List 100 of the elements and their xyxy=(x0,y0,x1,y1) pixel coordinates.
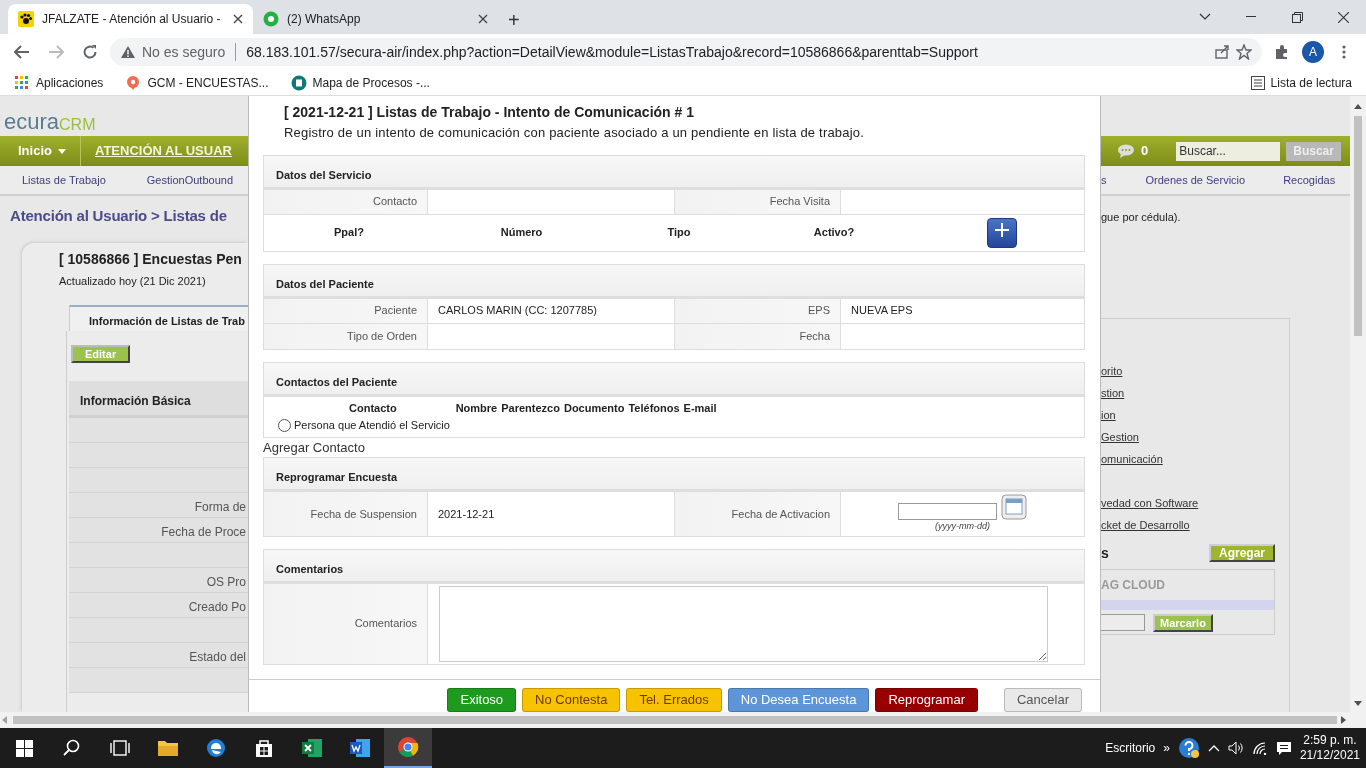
task-view-icon xyxy=(110,740,130,756)
section-title: Comentarios xyxy=(264,549,1084,584)
word-document-icon xyxy=(349,738,371,758)
action-button[interactable]: Reprogramar xyxy=(875,687,978,712)
field-label: OS Pro xyxy=(206,574,246,589)
side-link[interactable]: omunicación xyxy=(1101,451,1289,473)
overflow-chevron[interactable]: » xyxy=(1163,739,1170,757)
calendar-icon[interactable] xyxy=(1001,494,1027,520)
share-icon[interactable] xyxy=(1214,44,1230,60)
side-link[interactable]: vedad con Software xyxy=(1101,495,1289,517)
close-icon[interactable] xyxy=(478,14,488,24)
paw-icon xyxy=(18,11,34,27)
tag-input[interactable] xyxy=(1101,614,1145,631)
taskbar-app[interactable] xyxy=(384,728,432,768)
field-label: Forma de xyxy=(194,499,246,514)
star-icon[interactable] xyxy=(1236,44,1252,60)
tab-title: (2) WhatsApp xyxy=(287,11,362,28)
reading-list-button[interactable]: Lista de lectura xyxy=(1250,73,1352,92)
submenu-link[interactable]: s xyxy=(1101,171,1107,189)
close-icon[interactable] xyxy=(233,14,243,24)
submenu-link[interactable]: Listas de Trabajo xyxy=(0,171,106,189)
list-icon xyxy=(1250,75,1265,90)
scrollbar-thumb[interactable] xyxy=(1354,116,1362,336)
chevron-up-icon[interactable] xyxy=(1207,744,1220,752)
field-value: 2021-12-21 xyxy=(438,506,495,522)
side-link[interactable]: orito xyxy=(1101,363,1289,385)
add-button[interactable] xyxy=(986,217,1017,248)
bookmark-label: Aplicaciones xyxy=(36,74,104,92)
windows-logo-icon xyxy=(15,739,33,757)
new-tab-button[interactable]: + xyxy=(498,10,530,34)
add-contact-link[interactable]: Agregar Contacto xyxy=(263,437,365,457)
scroll-down-icon[interactable] xyxy=(1354,701,1362,706)
date-input[interactable] xyxy=(898,503,997,520)
address-url[interactable]: 68.183.101.57/secura-air/index.php?action=DetailView&module=ListasTrabajo&record=10586866&parenttab=Support xyxy=(246,41,978,63)
submenu-link[interactable]: Recogidas xyxy=(1245,171,1336,189)
updated-text: Actualizado hoy (21 Dic 2021) xyxy=(59,274,207,289)
search-icon xyxy=(63,739,81,757)
side-link[interactable]: cket de Desarrollo xyxy=(1101,517,1289,539)
action-button[interactable]: Exitoso xyxy=(447,687,517,712)
warning-icon xyxy=(120,45,136,59)
dialog-title: [ 2021-12-21 ] Listas de Trabajo - Intento de Comunicación # 1 xyxy=(283,103,695,122)
search-field[interactable]: Buscar... xyxy=(1176,141,1281,161)
notification-icon[interactable] xyxy=(1275,740,1292,756)
block-header: Información Básica xyxy=(69,380,248,418)
help-icon[interactable] xyxy=(1177,737,1200,759)
plus-icon xyxy=(993,222,1010,239)
bookmark[interactable]: Mapa de Procesos -... xyxy=(290,73,430,92)
wifi-icon[interactable] xyxy=(1251,741,1268,755)
clock[interactable]: 2:59 p. m. 21/12/2021 xyxy=(1299,733,1360,763)
breadcrumb: Atención al Usuario > Listas de xyxy=(9,206,228,226)
field-label: Paciente xyxy=(264,298,428,323)
logo-text: CRM xyxy=(59,116,96,134)
submenu-link[interactable]: GestionOutbound xyxy=(105,171,233,189)
security-status[interactable]: No es seguro xyxy=(142,41,226,63)
field-label: Comentarios xyxy=(264,583,428,664)
radio-label: Persona que Atendió el Servicio xyxy=(294,418,450,433)
column-header: Tipo xyxy=(666,225,692,241)
column-header: Número xyxy=(499,225,544,241)
store-bag-icon xyxy=(254,738,274,758)
scroll-right-icon[interactable] xyxy=(1341,716,1346,724)
pin-icon xyxy=(125,74,142,91)
column-header: Parentezco xyxy=(501,400,560,416)
field-label: Fecha xyxy=(675,323,841,349)
radio-button[interactable] xyxy=(278,418,291,432)
reading-list-label: Lista de lectura xyxy=(1270,74,1352,92)
edge-browser-icon xyxy=(206,738,226,758)
browser-tab[interactable]: JFALZATE - Atención al Usuario - xyxy=(8,4,253,34)
section-title: Datos del Paciente xyxy=(264,264,1084,299)
browser-tab[interactable]: (2) WhatsApp xyxy=(253,4,498,34)
record-tab[interactable]: Información de Listas de Trab xyxy=(69,304,248,331)
bookmark[interactable]: Aplicaciones xyxy=(14,73,104,92)
submenu-link[interactable]: Ordenes de Servicio xyxy=(1106,171,1246,189)
side-link[interactable]: Gestion xyxy=(1101,429,1289,451)
action-button[interactable]: No Contesta xyxy=(522,687,621,712)
speaker-icon[interactable] xyxy=(1227,741,1244,755)
bookmark[interactable]: GCM - ENCUESTAS... xyxy=(125,73,269,92)
column-header: Teléfonos xyxy=(628,400,680,416)
chat-count: 0 xyxy=(1141,142,1149,161)
side-link[interactable]: ion xyxy=(1101,407,1289,429)
field-label: Tipo de Orden xyxy=(264,323,428,349)
field-label: Creado Po xyxy=(188,599,246,614)
record-title: [ 10586866 ] Encuestas Pen xyxy=(59,250,243,269)
note-text: gue por cédula). xyxy=(1101,210,1182,225)
field-label: Estado del xyxy=(189,649,246,664)
scrollbar-thumb[interactable] xyxy=(13,716,1337,724)
desktop-label[interactable]: Escritorio xyxy=(1105,739,1156,757)
side-link[interactable]: stion xyxy=(1101,385,1289,407)
tab-title: JFALZATE - Atención al Usuario - xyxy=(42,11,222,28)
field-label: Fecha de Proce xyxy=(161,524,246,539)
action-button[interactable]: Tel. Errados xyxy=(626,687,722,712)
field-label: Contacto xyxy=(264,189,428,214)
scroll-up-icon[interactable] xyxy=(1354,104,1362,109)
profile-avatar[interactable]: A xyxy=(1302,41,1324,63)
column-header: E-mail xyxy=(683,400,717,416)
field-label: Fecha de Activacion xyxy=(675,492,841,536)
action-button[interactable]: Cancelar xyxy=(1003,687,1082,712)
column-header: Activo? xyxy=(812,225,856,241)
field-label: Fecha de Suspension xyxy=(264,492,428,536)
dialog-subtitle: Registro de un intento de comunicación con paciente asociado a un pendiente en lista de trabajo. xyxy=(283,124,866,142)
spreadsheet-icon xyxy=(301,738,323,758)
